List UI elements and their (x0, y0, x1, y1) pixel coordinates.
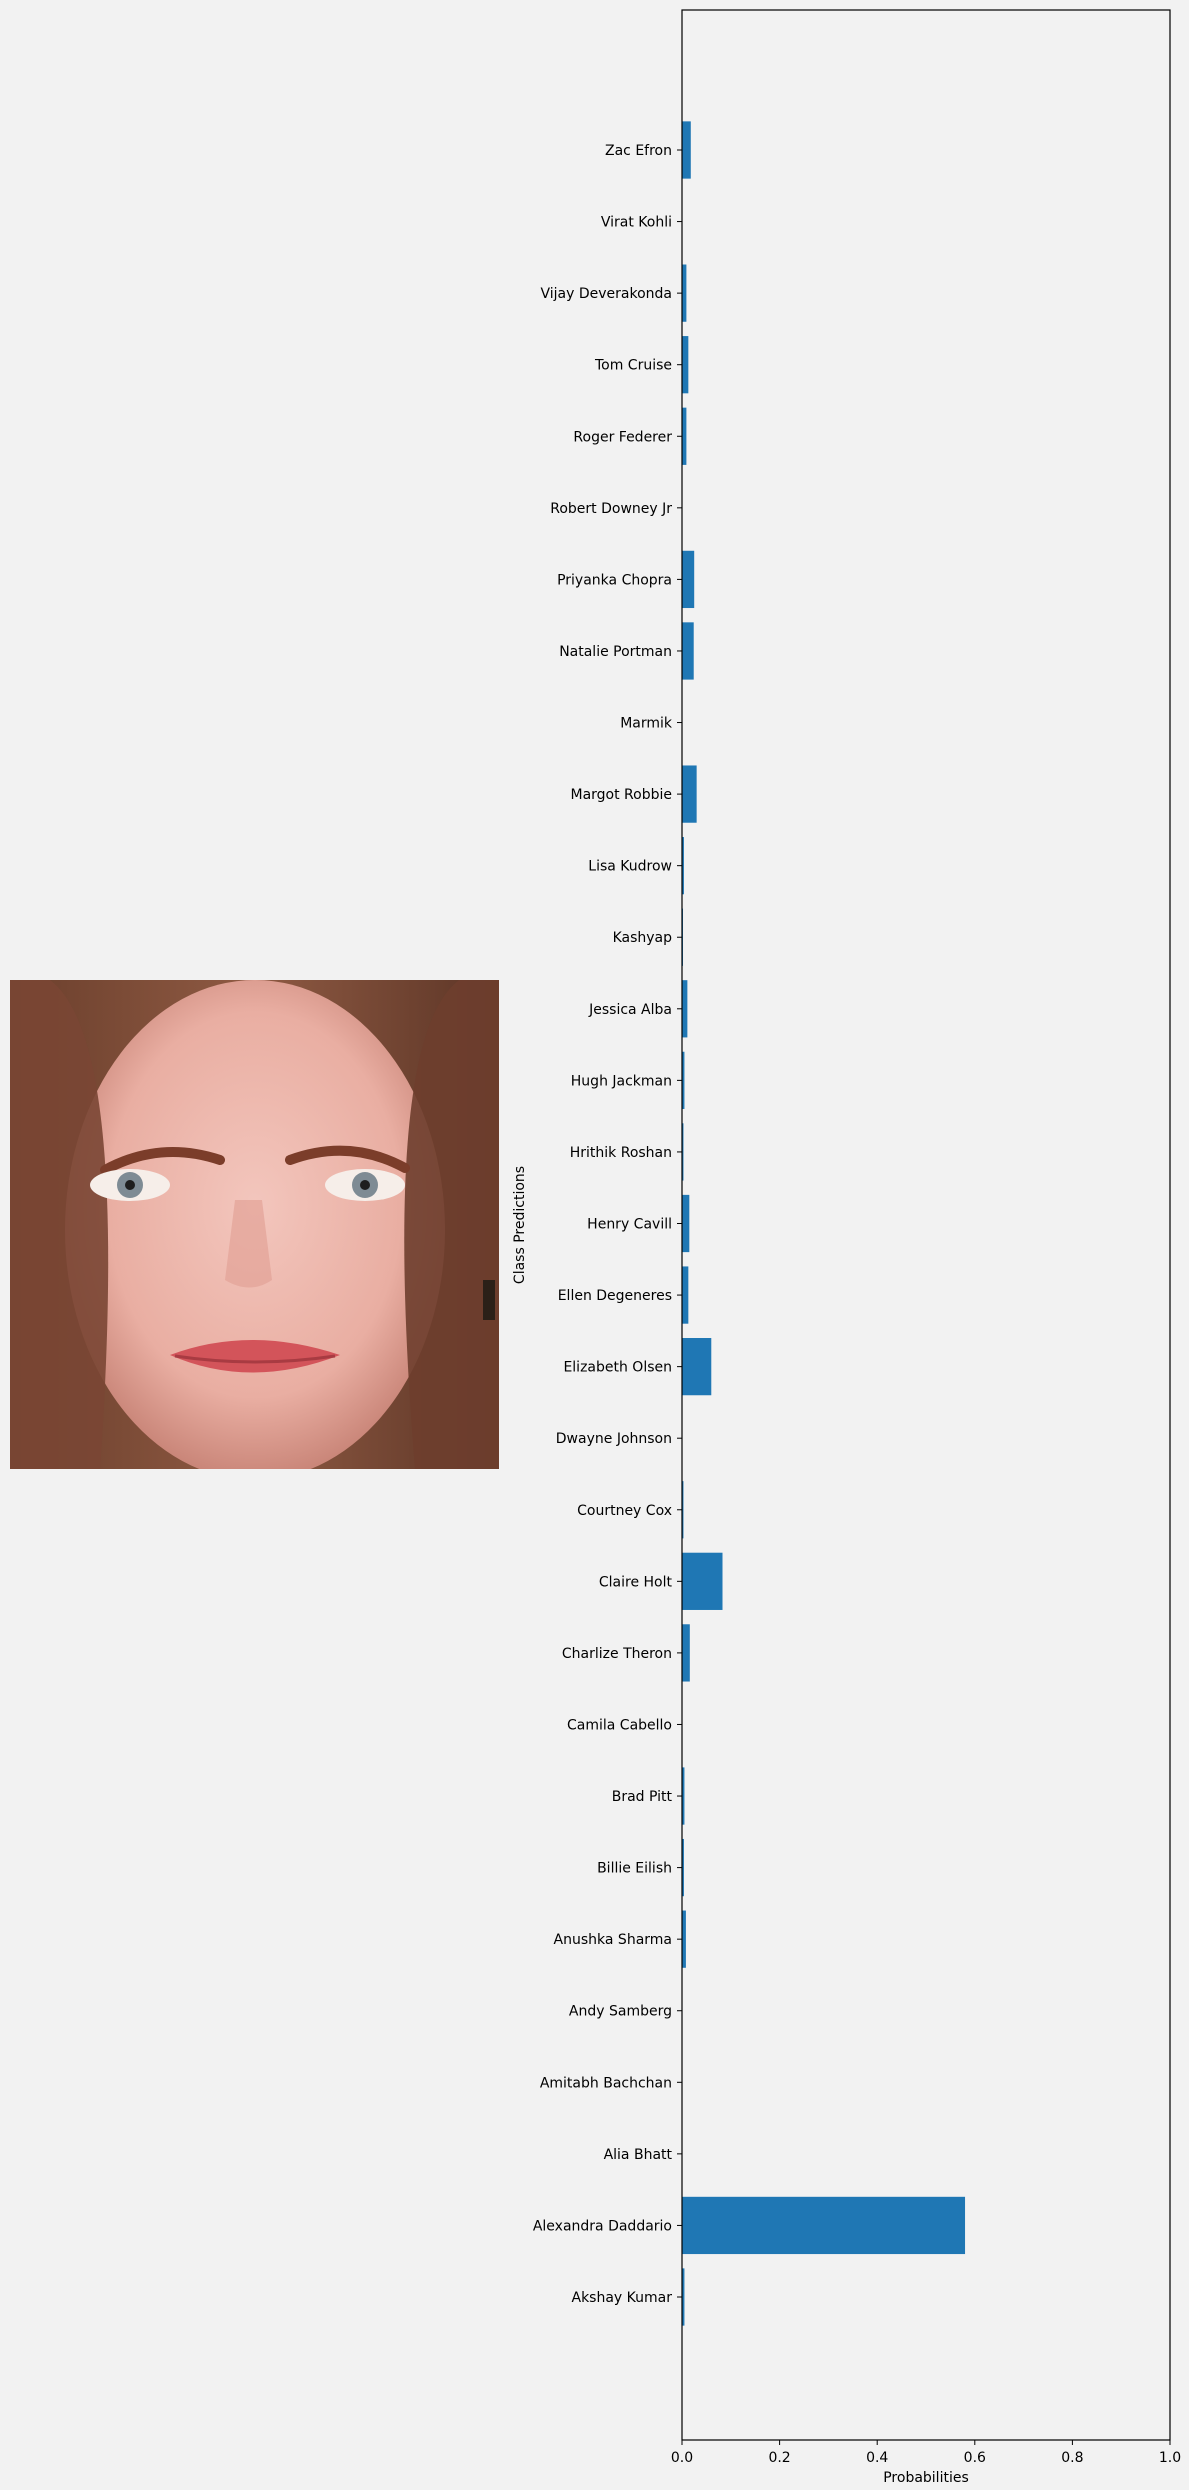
bar-zac-efron (682, 121, 691, 179)
y-tick-label: Camila Cabello (567, 1717, 672, 1733)
x-tick-marks: 0.0 0.2 0.4 0.6 0.8 1.0 (671, 2440, 1181, 2466)
y-tick-label: Tom Cruise (594, 358, 672, 374)
bar-alexandra-daddario (682, 2196, 966, 2255)
bar-priyanka-chopra (682, 550, 695, 609)
y-tick-label: Roger Federer (573, 429, 672, 445)
y-tick-label: Elizabeth Olsen (563, 1360, 672, 1376)
y-tick-label: Claire Holt (599, 1574, 673, 1590)
y-tick-label: Virat Kohli (601, 215, 672, 231)
y-tick-label: Andy Samberg (569, 2004, 672, 2020)
bar-chart: Akshay Kumar Alexandra Daddario Alia Bhatt… (512, 9, 1181, 2486)
y-tick-label: Natalie Portman (559, 644, 672, 660)
y-tick-label: Hugh Jackman (571, 1073, 672, 1089)
x-axis-title: Probabilities (883, 2470, 969, 2486)
bar-henry-cavill (682, 1194, 690, 1253)
y-tick-label: Dwayne Johnson (556, 1431, 672, 1447)
y-tick-label: Kashyap (613, 930, 673, 946)
x-tick-label: 0.2 (768, 2450, 790, 2466)
y-tick-label: Jessica Alba (588, 1002, 672, 1018)
x-tick-label: 1.0 (1159, 2450, 1181, 2466)
x-tick-label: 0.0 (671, 2450, 693, 2466)
y-tick-label: Lisa Kudrow (588, 859, 672, 875)
bar-jessica-alba (682, 980, 688, 1038)
y-tick-label: Anushka Sharma (554, 1932, 672, 1948)
y-tick-label: Margot Robbie (571, 787, 673, 803)
y-tick-label: Amitabh Bachchan (540, 2075, 672, 2091)
y-tick-label: Courtney Cox (577, 1503, 672, 1519)
x-tick-label: 0.8 (1061, 2450, 1083, 2466)
y-tick-label: Alia Bhatt (604, 2147, 673, 2163)
bar-natalie-portman (682, 622, 694, 680)
y-tick-marks (677, 149, 682, 2298)
y-tick-label: Billie Eilish (597, 1861, 672, 1877)
y-tick-label: Vijay Deverakonda (540, 286, 672, 302)
y-tick-label: Zac Efron (605, 143, 672, 159)
y-tick-label: Marmik (620, 716, 673, 732)
x-tick-label: 0.4 (866, 2450, 888, 2466)
y-tick-label: Robert Downey Jr (550, 501, 672, 517)
x-tick-label: 0.6 (964, 2450, 986, 2466)
bar-charlize-theron (682, 1624, 690, 1682)
bar-roger-federer (682, 407, 687, 465)
y-tick-label: Alexandra Daddario (533, 2218, 672, 2234)
bar-margot-robbie (682, 765, 697, 823)
axes-frame (681, 9, 1171, 2441)
bar-ellen-degeneres (682, 1266, 689, 1324)
y-tick-label: Hrithik Roshan (570, 1145, 672, 1161)
y-tick-label: Brad Pitt (612, 1789, 673, 1805)
y-tick-label: Priyanka Chopra (557, 572, 672, 588)
y-tick-label: Charlize Theron (562, 1646, 672, 1662)
bar-claire-holt (682, 1552, 723, 1610)
bar-vijay-deverakonda (682, 264, 687, 322)
y-tick-labels: Akshay Kumar Alexandra Daddario Alia Bhatt… (533, 143, 673, 2306)
bar-elizabeth-olsen (682, 1338, 712, 1396)
y-tick-label: Akshay Kumar (572, 2290, 673, 2306)
bar-tom-cruise (682, 336, 689, 394)
y-axis-title: Class Predictions (512, 1166, 528, 1284)
y-tick-label: Henry Cavill (587, 1217, 672, 1233)
chart-bars (682, 121, 966, 2326)
y-tick-label: Ellen Degeneres (558, 1288, 672, 1304)
